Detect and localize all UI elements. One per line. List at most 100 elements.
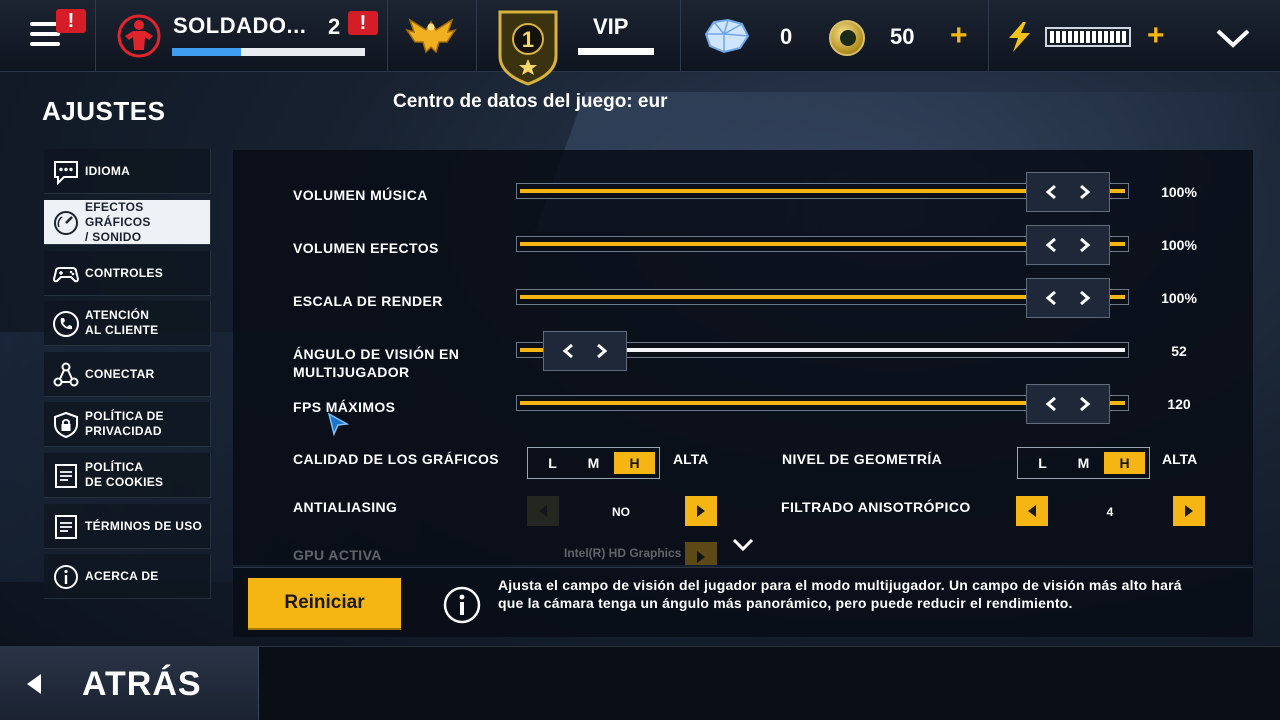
gauge-icon (54, 211, 78, 235)
add-coins-button[interactable]: + (950, 21, 968, 51)
sidebar-item-controls[interactable]: CONTROLES (44, 251, 211, 296)
triangle-left-icon (539, 505, 547, 517)
anisotropic-prev-button[interactable] (1016, 496, 1048, 526)
coin-icon (829, 20, 865, 56)
sidebar-item-label: ACERCA DE (85, 568, 159, 583)
energy-segment (1092, 31, 1096, 43)
back-label: ATRÁS (82, 665, 202, 703)
chevron-left-icon[interactable] (1044, 396, 1060, 412)
chevron-left-icon[interactable] (1044, 184, 1060, 200)
vip-progress-bar (578, 48, 654, 55)
chevron-right-icon[interactable] (1076, 396, 1092, 412)
antialiasing-prev-button[interactable] (527, 496, 559, 526)
geometry-level-option-l[interactable]: L (1022, 452, 1063, 474)
chevron-right-icon[interactable] (1076, 290, 1092, 306)
info-bar: Reiniciar Ajusta el campo de visión del … (233, 567, 1253, 637)
chevron-left-icon[interactable] (1044, 237, 1060, 253)
profile-alert-badge: ! (348, 11, 378, 35)
triangle-left-icon (27, 674, 41, 694)
energy-segment (1104, 31, 1108, 43)
info-circle-icon (54, 565, 78, 589)
sidebar-item-label: IDIOMA (85, 163, 131, 178)
anisotropic-next-button[interactable] (1173, 496, 1205, 526)
max-fps-value: 120 (1167, 396, 1191, 412)
chevron-left-icon[interactable] (561, 343, 577, 359)
sidebar-item-terms-of-use[interactable]: TÉRMINOS DE USO (44, 504, 211, 549)
multiplayer-fov-knob[interactable] (543, 331, 627, 371)
info-circle-icon (443, 586, 481, 624)
vip-rank-shield-icon[interactable]: 1 (496, 8, 560, 86)
energy-segment (1050, 31, 1054, 43)
sidebar-item-about[interactable]: ACERCA DE (44, 554, 211, 599)
top-bar: ! SOLDADO... 2 ! 1 VIP 0 50 + + (0, 0, 1280, 86)
sidebar-item-graphics-sound[interactable]: EFECTOS GRÁFICOS / SONIDO (44, 200, 211, 245)
sidebar-item-cookie-policy[interactable]: POLÍTICA DE COOKIES (44, 453, 211, 498)
graphics-quality-selector[interactable]: L M H (527, 447, 660, 479)
chat-bubble-icon (54, 161, 78, 186)
geometry-level-option-m[interactable]: M (1063, 452, 1104, 474)
max-fps-knob[interactable] (1026, 384, 1110, 424)
bottom-bar: ATRÁS (0, 646, 1280, 720)
chevron-left-icon[interactable] (1044, 290, 1060, 306)
gpu-next-button[interactable] (685, 542, 717, 565)
chevron-right-icon[interactable] (593, 343, 609, 359)
eagle-emblem-icon[interactable] (404, 14, 458, 58)
sidebar-item-customer-support[interactable]: ATENCIÓN AL CLIENTE (44, 301, 211, 346)
energy-segment (1056, 31, 1060, 43)
slider-fill (520, 348, 544, 352)
geometry-level-option-h[interactable]: H (1104, 452, 1145, 474)
multiplayer-fov-label: ÁNGULO DE VISIÓN EN MULTIJUGADOR (293, 346, 460, 380)
slider-track-rest (544, 348, 1125, 352)
sidebar-item-connect[interactable]: CONECTAR (44, 352, 211, 397)
sidebar-item-label: POLÍTICA DE PRIVACIDAD (85, 409, 164, 438)
xp-progress-bar (172, 48, 365, 56)
reset-button[interactable]: Reiniciar (248, 578, 401, 628)
energy-segment (1062, 31, 1066, 43)
energy-meter (1045, 27, 1131, 47)
chevron-right-icon[interactable] (1076, 184, 1092, 200)
sidebar-item-label: EFECTOS GRÁFICOS / SONIDO (85, 199, 151, 244)
graphics-quality-option-m[interactable]: M (573, 452, 614, 474)
sidebar-item-label: ATENCIÓN AL CLIENTE (85, 308, 159, 337)
graphics-quality-option-l[interactable]: L (532, 452, 573, 474)
add-energy-button[interactable]: + (1147, 21, 1165, 51)
vip-label[interactable]: VIP (593, 14, 628, 40)
graphics-quality-label: CALIDAD DE LOS GRÁFICOS (293, 451, 499, 467)
antialiasing-label: ANTIALIASING (293, 499, 398, 515)
geometry-level-selector[interactable]: L M H (1017, 447, 1150, 479)
phone-icon (53, 311, 79, 337)
sidebar-item-privacy-policy[interactable]: POLÍTICA DE PRIVACIDAD (44, 402, 211, 447)
xp-progress-fill (172, 48, 242, 56)
sidebar-item-label: CONTROLES (85, 265, 164, 280)
music-volume-knob[interactable] (1026, 172, 1110, 212)
antialiasing-next-button[interactable] (685, 496, 717, 526)
energy-segment (1098, 31, 1102, 43)
graphics-quality-option-h[interactable]: H (614, 452, 655, 474)
scroll-down-chevron-icon[interactable] (731, 536, 755, 554)
music-volume-label: VOLUMEN MÚSICA (293, 187, 428, 203)
triangle-right-icon (697, 551, 705, 563)
chevron-down-icon[interactable] (1214, 26, 1252, 50)
energy-bolt-icon (1009, 22, 1030, 52)
soldier-emblem-icon[interactable] (116, 14, 162, 58)
diamond-count: 0 (780, 24, 793, 49)
chevron-right-icon[interactable] (1076, 237, 1092, 253)
render-scale-knob[interactable] (1026, 278, 1110, 318)
document-icon (55, 464, 77, 488)
energy-segment (1086, 31, 1090, 43)
back-button[interactable]: ATRÁS (0, 647, 259, 720)
gpu-label: GPU ACTIVA (293, 547, 382, 563)
effects-volume-knob[interactable] (1026, 225, 1110, 265)
music-volume-value: 100% (1161, 184, 1197, 200)
soldier-name[interactable]: SOLDADO... (173, 13, 306, 39)
sidebar-item-label: TÉRMINOS DE USO (85, 518, 203, 533)
sidebar-item-language[interactable]: IDIOMA (44, 149, 211, 194)
gpu-value: Intel(R) HD Graphics (564, 546, 682, 560)
antialiasing-value: NO (612, 505, 630, 519)
cursor-arrow-icon (327, 412, 349, 436)
info-description: Ajusta el campo de visión del jugador pa… (498, 577, 1182, 611)
share-network-icon (53, 362, 79, 387)
energy-segment (1068, 31, 1072, 43)
triangle-left-icon (1028, 505, 1036, 517)
settings-panel: VOLUMEN MÚSICA 100% VOLUMEN EFECTOS 100%… (233, 150, 1253, 565)
